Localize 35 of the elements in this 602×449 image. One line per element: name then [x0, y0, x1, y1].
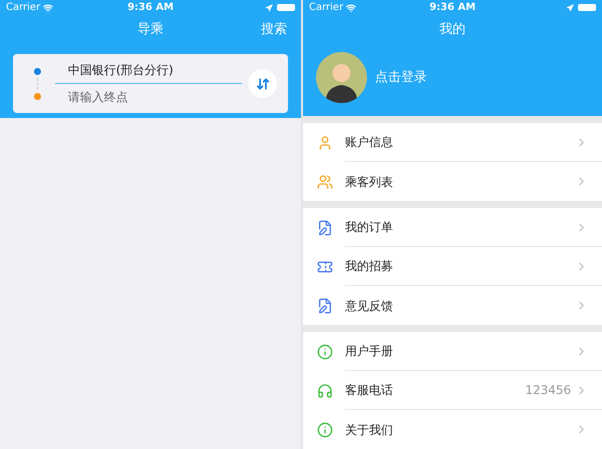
person-icon [317, 134, 333, 150]
headset-icon [317, 382, 333, 398]
swap-button[interactable] [248, 69, 277, 98]
menu-item[interactable]: 用户手册 [345, 342, 575, 360]
location-icon [566, 4, 574, 12]
start-location-field[interactable]: 中国银行(邢台分行) [55, 56, 242, 84]
carrier-label: Carrier [309, 1, 344, 15]
status-time: 9:36 AM [127, 1, 174, 15]
battery-icon [578, 4, 596, 11]
wifi-icon [346, 2, 356, 12]
phone-number: 123456 [525, 382, 571, 399]
wifi-icon [43, 2, 54, 12]
menu-item[interactable]: 我的订单 [345, 218, 575, 236]
nav-title: 我的 [440, 21, 466, 40]
menu-item[interactable]: 账户信息 [345, 133, 575, 151]
menu-item[interactable]: 意见反馈 [345, 296, 575, 314]
people-icon [317, 174, 333, 190]
menu-item[interactable]: 乘客列表 [345, 172, 575, 190]
menu-item[interactable]: 客服电话 [345, 381, 526, 399]
carrier-label: Carrier [6, 1, 40, 15]
status-time: 9:36 AM [429, 1, 476, 15]
info-icon [317, 344, 333, 360]
battery-icon [277, 4, 295, 11]
edit-document-icon [317, 298, 333, 314]
swap-icon [256, 76, 270, 90]
menu-item[interactable]: 我的招募 [345, 257, 575, 275]
ticket-icon [317, 258, 333, 274]
edit-document-icon [317, 220, 333, 236]
nav-title: 导乘 [138, 21, 164, 40]
avatar-icon [316, 52, 367, 103]
location-icon [265, 4, 273, 12]
dotted-connector [36, 78, 38, 90]
menu-item[interactable]: 关于我们 [345, 420, 575, 438]
info-icon [317, 422, 333, 438]
destination-field[interactable]: 请输入终点 [55, 84, 242, 110]
